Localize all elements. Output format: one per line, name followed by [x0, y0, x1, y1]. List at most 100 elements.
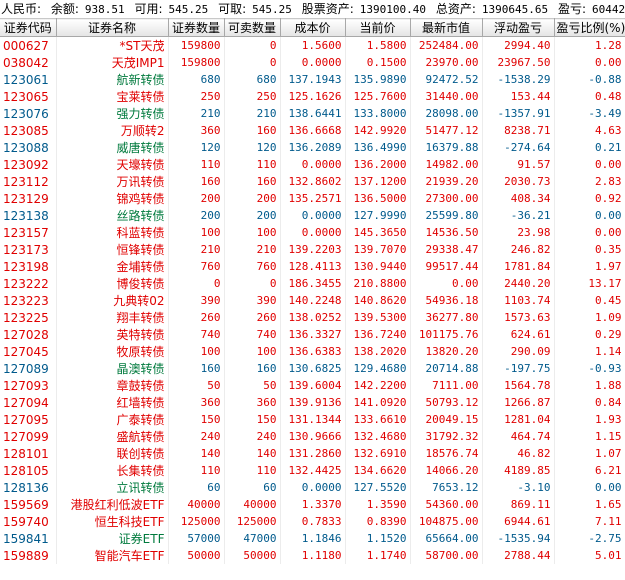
- cell-name: 强力转债: [56, 105, 169, 122]
- table-row[interactable]: 123085 万顺转2 360 160 136.6668 142.9920 51477.12…: [0, 122, 625, 139]
- cell-code: 123092: [0, 156, 57, 173]
- cell-current-price: 137.1200: [345, 173, 411, 190]
- table-row[interactable]: 123076 强力转债 210 210 138.6441 133.8000 28098.00…: [0, 105, 625, 122]
- cell-pnl-ratio: 1.14: [554, 343, 625, 360]
- cell-code: 123061: [0, 71, 57, 88]
- table-row[interactable]: 123129 锦鸡转债 200 200 135.2571 136.5000 27300.00…: [0, 190, 625, 207]
- cell-name: 天茂IMP1: [56, 54, 169, 71]
- table-row[interactable]: 127094 红墙转债 360 360 139.9136 141.0920 50793.12…: [0, 394, 625, 411]
- table-row[interactable]: 128105 长集转债 110 110 132.4425 134.6620 14066.20…: [0, 462, 625, 479]
- cell-floating-pnl: 246.82: [482, 241, 555, 258]
- table-row[interactable]: 123223 九典转02 390 390 140.2248 140.8620 54936.1…: [0, 292, 625, 309]
- table-row[interactable]: 123065 宝莱转债 250 250 125.1626 125.7600 31440.00…: [0, 88, 625, 105]
- cell-code: 123223: [0, 292, 57, 309]
- table-row[interactable]: 159889 智能汽车ETF 50000 50000 1.1180 1.1740 58700…: [0, 547, 625, 564]
- col-header-cost-price[interactable]: 成本价: [280, 18, 346, 37]
- cell-sellable: 0: [224, 275, 281, 292]
- table-row[interactable]: 123088 威唐转债 120 120 136.2089 136.4990 16379.88…: [0, 139, 625, 156]
- cell-pnl-ratio: 1.88: [554, 377, 625, 394]
- table-row[interactable]: 123157 科蓝转债 100 100 0.0000 145.3650 14536.50 23…: [0, 224, 625, 241]
- cell-floating-pnl: 23967.50: [482, 54, 555, 71]
- cell-market-value: 23970.00: [410, 54, 483, 71]
- table-row[interactable]: 127099 盛航转债 240 240 130.9666 132.4680 31792.32…: [0, 428, 625, 445]
- table-row[interactable]: 123092 天壕转债 110 110 0.0000 136.2000 14982.00 91…: [0, 156, 625, 173]
- cell-current-price: 136.5000: [345, 190, 411, 207]
- table-header-row: 证券代码 证券名称 证券数量 可卖数量 成本价 当前价 最新市值 浮动盈亏 盈亏…: [0, 18, 625, 37]
- table-row[interactable]: 127093 章鼓转债 50 50 139.6004 142.2200 7111.00 156…: [0, 377, 625, 394]
- col-header-sellable[interactable]: 可卖数量: [224, 18, 281, 37]
- table-row[interactable]: 159569 港股红利低波ETF 40000 40000 1.3370 1.3590 543…: [0, 496, 625, 513]
- cell-quantity: 200: [168, 207, 225, 224]
- cell-sellable: 110: [224, 462, 281, 479]
- table-row[interactable]: 159841 证券ETF 57000 47000 1.1846 1.1520 65664.0…: [0, 530, 625, 547]
- cell-name: 章鼓转债: [56, 377, 169, 394]
- cell-code: 123129: [0, 190, 57, 207]
- cell-floating-pnl: 464.74: [482, 428, 555, 445]
- table-row[interactable]: 123138 丝路转债 200 200 0.0000 127.9990 25599.80 -3…: [0, 207, 625, 224]
- cell-quantity: 360: [168, 122, 225, 139]
- cell-sellable: 250: [224, 88, 281, 105]
- cell-code: 123222: [0, 275, 57, 292]
- table-row[interactable]: 127089 晶澳转债 160 160 130.6825 129.4680 20714.88…: [0, 360, 625, 377]
- cell-name: *ST天茂: [56, 36, 169, 54]
- table-row[interactable]: 127095 广泰转债 150 150 131.1344 133.6610 20049.15…: [0, 411, 625, 428]
- table-row[interactable]: 127028 英特转债 740 740 136.3327 136.7240 101175.7…: [0, 326, 625, 343]
- cell-quantity: 159800: [168, 54, 225, 71]
- cell-sellable: 740: [224, 326, 281, 343]
- cell-market-value: 50793.12: [410, 394, 483, 411]
- cell-quantity: 40000: [168, 496, 225, 513]
- cell-name: 广泰转债: [56, 411, 169, 428]
- col-header-current-price[interactable]: 当前价: [345, 18, 411, 37]
- col-header-floating-pnl[interactable]: 浮动盈亏: [482, 18, 555, 37]
- cell-sellable: 760: [224, 258, 281, 275]
- cell-floating-pnl: -274.64: [482, 139, 555, 156]
- table-row[interactable]: 159740 恒生科技ETF 125000 125000 0.7833 0.8390 104…: [0, 513, 625, 530]
- cell-current-price: 142.2200: [345, 377, 411, 394]
- cell-name: 博俊转债: [56, 275, 169, 292]
- cell-sellable: 260: [224, 309, 281, 326]
- cell-quantity: 57000: [168, 530, 225, 547]
- col-header-code[interactable]: 证券代码: [0, 18, 57, 37]
- table-row[interactable]: 123061 航新转债 680 680 137.1943 135.9890 92472.52…: [0, 71, 625, 88]
- cell-market-value: 65664.00: [410, 530, 483, 547]
- table-row[interactable]: 123222 博俊转债 0 0 186.3455 210.8800 0.00 2440.20 1…: [0, 275, 625, 292]
- table-row[interactable]: 038042 天茂IMP1 159800 0 0.0000 0.1500 23970.00 2…: [0, 54, 625, 71]
- cell-quantity: 210: [168, 241, 225, 258]
- cell-market-value: 104875.00: [410, 513, 483, 530]
- table-row[interactable]: 127045 牧原转债 100 100 136.6383 138.2020 13820.20…: [0, 343, 625, 360]
- cell-floating-pnl: 624.61: [482, 326, 555, 343]
- col-header-market-value[interactable]: 最新市值: [410, 18, 483, 37]
- cell-floating-pnl: 1281.04: [482, 411, 555, 428]
- cell-code: 159740: [0, 513, 57, 530]
- cell-sellable: 360: [224, 394, 281, 411]
- table-row[interactable]: 123198 金埔转债 760 760 128.4113 130.9440 99517.44…: [0, 258, 625, 275]
- table-row[interactable]: 123173 恒锋转债 210 210 139.2203 139.7070 29338.47…: [0, 241, 625, 258]
- table-row[interactable]: 123112 万讯转债 160 160 132.8602 137.1200 21939.20…: [0, 173, 625, 190]
- cell-market-value: 51477.12: [410, 122, 483, 139]
- cell-quantity: 760: [168, 258, 225, 275]
- table-row[interactable]: 123225 翔丰转债 260 260 138.0252 139.5300 36277.80…: [0, 309, 625, 326]
- col-header-pnl-ratio[interactable]: 盈亏比例(%): [554, 18, 625, 37]
- cell-cost-price: 136.6383: [280, 343, 346, 360]
- cell-floating-pnl: 2788.44: [482, 547, 555, 564]
- cell-name: 金埔转债: [56, 258, 169, 275]
- cell-current-price: 129.4680: [345, 360, 411, 377]
- col-header-name[interactable]: 证券名称: [56, 18, 169, 37]
- table-row[interactable]: 000627 *ST天茂 159800 0 1.5600 1.5800 252484.00 2…: [0, 36, 625, 54]
- available-value: 545.25: [168, 3, 209, 16]
- table-row[interactable]: 128136 立讯转债 60 60 0.0000 127.5520 7653.12 -3.10…: [0, 479, 625, 496]
- cell-floating-pnl: 8238.71: [482, 122, 555, 139]
- cell-quantity: 120: [168, 139, 225, 156]
- cell-name: 锦鸡转债: [56, 190, 169, 207]
- cell-cost-price: 130.9666: [280, 428, 346, 445]
- cell-code: 127089: [0, 360, 57, 377]
- cell-quantity: 100: [168, 224, 225, 241]
- col-header-quantity[interactable]: 证券数量: [168, 18, 225, 37]
- cell-name: 证券ETF: [56, 530, 169, 547]
- cell-market-value: 14536.50: [410, 224, 483, 241]
- cell-current-price: 135.9890: [345, 71, 411, 88]
- cell-code: 127094: [0, 394, 57, 411]
- table-row[interactable]: 128101 联创转债 140 140 131.2860 132.6910 18576.74…: [0, 445, 625, 462]
- cell-name: 丝路转债: [56, 207, 169, 224]
- cell-floating-pnl: -197.75: [482, 360, 555, 377]
